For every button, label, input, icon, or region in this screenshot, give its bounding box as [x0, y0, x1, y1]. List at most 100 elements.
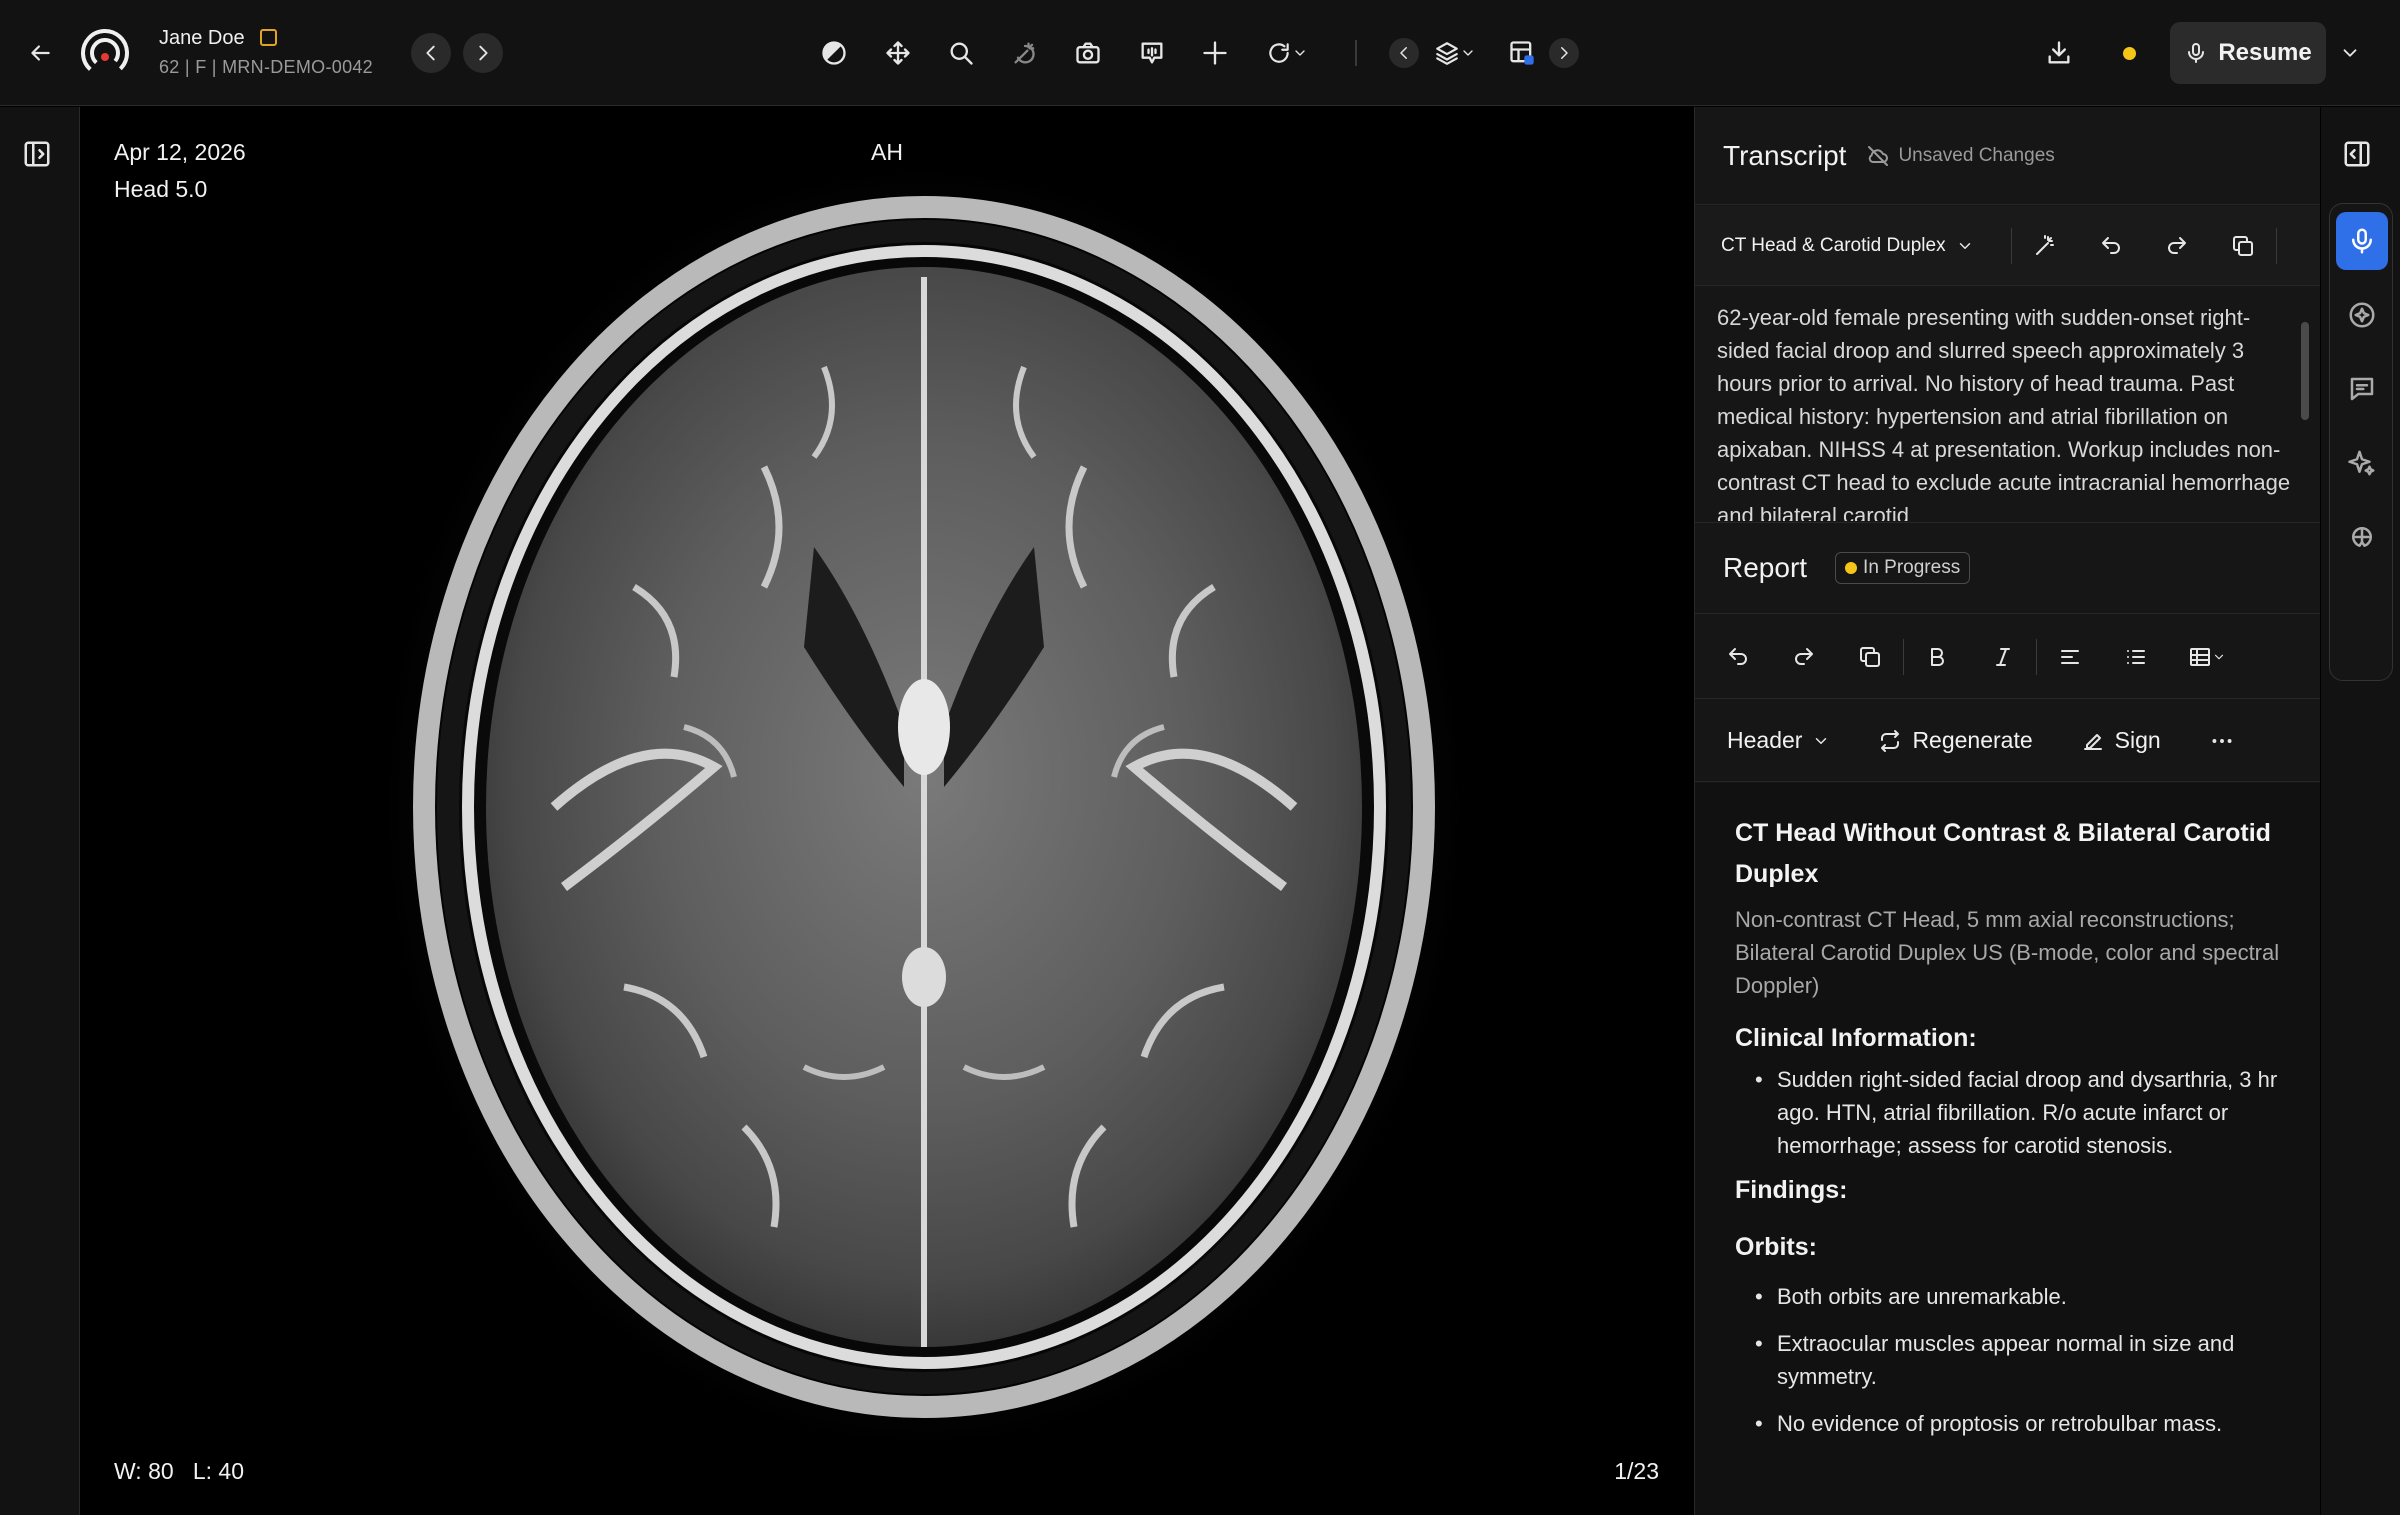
- chevron-down-icon: [1816, 737, 1827, 744]
- dictation-mode-button[interactable]: [2336, 212, 2388, 270]
- patient-demographics: 62 | F | MRN-DEMO-0042: [159, 57, 373, 77]
- report-format-toolbar: [1695, 615, 2320, 699]
- regenerate-label: Regenerate: [1912, 727, 2033, 753]
- next-layer-button[interactable]: [1549, 38, 1579, 68]
- orbits-list: Both orbits are unremarkable. Extraocula…: [1735, 1280, 2281, 1440]
- regenerate-icon: [1881, 729, 1900, 752]
- microphone-icon: [2352, 228, 2372, 254]
- transcript-toolbar: CT Head & Carotid Duplex: [1695, 206, 2320, 286]
- download-icon[interactable]: [2037, 31, 2081, 75]
- status-dot: [2122, 46, 2136, 60]
- findings-heading: Findings:: [1735, 1176, 1848, 1204]
- report-editor[interactable]: CT Head Without Contrast & Bilateral Car…: [1695, 783, 2320, 1515]
- copy-icon[interactable]: [1837, 635, 1903, 679]
- study-date: Apr 12, 2026: [114, 139, 246, 165]
- brain-mri-image: [384, 167, 1464, 1447]
- chevron-down-icon: [1959, 242, 1970, 249]
- series-label: Head 5.0: [114, 176, 208, 202]
- template-label: CT Head & Carotid Duplex: [1721, 234, 1946, 256]
- top-bar: Jane Doe 62 | F | MRN-DEMO-0042 Resume: [0, 0, 2400, 106]
- redo-icon[interactable]: [1771, 635, 1837, 679]
- camera-icon[interactable]: [1066, 31, 1110, 75]
- sidebar-toggle-icon[interactable]: [22, 139, 58, 175]
- sparkle-circle-icon: [2349, 302, 2375, 328]
- report-title: Report: [1723, 552, 1808, 583]
- ai-assist-button[interactable]: [2336, 286, 2388, 344]
- italic-icon[interactable]: [1970, 635, 2036, 679]
- magic-wand-icon[interactable]: [1003, 31, 1047, 75]
- divider: [2276, 227, 2277, 264]
- patient-flag-icon[interactable]: [260, 29, 277, 46]
- list-item: Extraocular muscles appear normal in siz…: [1755, 1327, 2281, 1393]
- undo-icon[interactable]: [2078, 224, 2144, 268]
- chevron-down-icon: [2214, 654, 2224, 659]
- template-select[interactable]: CT Head & Carotid Duplex: [1721, 235, 2011, 257]
- zoom-icon[interactable]: [939, 31, 983, 75]
- copy-icon[interactable]: [2210, 224, 2276, 268]
- anatomy-button[interactable]: [2336, 508, 2388, 566]
- sparkles-button[interactable]: [2336, 434, 2388, 492]
- pan-icon[interactable]: [876, 31, 920, 75]
- list-item: Sudden right-sided facial droop and dysa…: [1755, 1063, 2281, 1162]
- regenerate-button[interactable]: Regenerate: [1878, 727, 2033, 754]
- transcript-scrollbar[interactable]: [2301, 322, 2309, 420]
- unsaved-changes-indicator: Unsaved Changes: [1866, 144, 2055, 168]
- list-item: No evidence of proptosis or retrobulbar …: [1755, 1407, 2281, 1440]
- annotation-icon[interactable]: [1130, 31, 1174, 75]
- unsaved-label: Unsaved Changes: [1898, 144, 2055, 166]
- crosshair-icon[interactable]: [1193, 31, 1237, 75]
- resume-button[interactable]: Resume: [2170, 22, 2326, 84]
- report-actions: Header Regenerate Sign: [1695, 700, 2320, 782]
- signature-icon: [2083, 733, 2102, 750]
- microphone-icon: [2188, 43, 2205, 63]
- header-select[interactable]: Header: [1727, 727, 1830, 754]
- transcript-text[interactable]: 62-year-old female presenting with sudde…: [1717, 301, 2297, 521]
- previous-layer-button[interactable]: [1389, 38, 1419, 68]
- brain-icon: [2352, 527, 2372, 547]
- cloud-off-icon: [1868, 145, 1889, 166]
- list-item: Both orbits are unremarkable.: [1755, 1280, 2281, 1313]
- bullet-list-icon[interactable]: [2103, 635, 2169, 679]
- right-rail: [2321, 107, 2400, 1515]
- transcript-title: Transcript: [1723, 139, 1847, 171]
- more-options-icon[interactable]: [2209, 728, 2235, 754]
- previous-patient-button[interactable]: [411, 33, 451, 73]
- resume-options-button[interactable]: [2330, 33, 2370, 73]
- rotate-dropdown[interactable]: [1257, 31, 1317, 75]
- recording-status-indicator: [2096, 30, 2162, 76]
- layers-dropdown[interactable]: [1425, 31, 1485, 75]
- patient-name: Jane Doe: [159, 27, 245, 49]
- chat-button[interactable]: [2336, 360, 2388, 418]
- header-select-label: Header: [1727, 727, 1803, 753]
- status-dot: [1845, 562, 1858, 574]
- rotate-icon: [1269, 43, 1289, 63]
- next-patient-button[interactable]: [463, 33, 503, 73]
- table-icon: [2190, 647, 2210, 666]
- report-header: Report In Progress: [1695, 522, 2320, 614]
- sign-label: Sign: [2114, 727, 2161, 753]
- image-viewport[interactable]: Apr 12, 2026 Head 5.0 AH W: 80 L: 40 1/2…: [81, 107, 1693, 1515]
- window-level-icon[interactable]: [812, 31, 856, 75]
- table-dropdown[interactable]: [2169, 635, 2245, 679]
- chevron-down-icon: [1295, 50, 1305, 56]
- window-level-readout: W: 80 L: 40: [114, 1458, 244, 1484]
- chat-icon: [2350, 377, 2374, 401]
- panel-toggle-icon[interactable]: [2342, 139, 2378, 175]
- report-technique: Non-contrast CT Head, 5 mm axial reconst…: [1735, 907, 2280, 998]
- redo-icon[interactable]: [2144, 224, 2210, 268]
- align-left-icon[interactable]: [2037, 635, 2103, 679]
- bold-icon[interactable]: [1904, 635, 1970, 679]
- status-label: In Progress: [1863, 557, 1961, 578]
- magic-wand-icon[interactable]: [2012, 224, 2078, 268]
- toolbar-divider: [1355, 40, 1357, 66]
- slice-counter: 1/23: [1614, 1458, 1659, 1484]
- app-logo[interactable]: [78, 26, 132, 80]
- clinical-information-heading: Clinical Information:: [1735, 1024, 1977, 1052]
- back-arrow-icon[interactable]: [22, 35, 58, 71]
- sparkles-icon: [2348, 450, 2375, 476]
- sign-button[interactable]: Sign: [2081, 727, 2161, 754]
- layout-grid-icon[interactable]: [1500, 31, 1544, 75]
- chevron-down-icon: [1463, 50, 1473, 56]
- undo-icon[interactable]: [1705, 635, 1771, 679]
- orbits-heading: Orbits:: [1735, 1233, 1817, 1261]
